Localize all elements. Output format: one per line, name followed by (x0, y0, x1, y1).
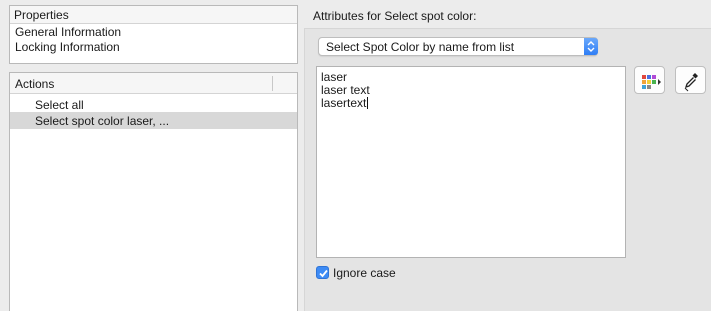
color-palette-menu-button[interactable] (634, 66, 665, 94)
action-item-select-spot-color[interactable]: Select spot color laser, ... (10, 112, 297, 129)
actions-header-label: Actions (15, 77, 55, 91)
column-divider[interactable] (272, 76, 273, 91)
ignore-case-label[interactable]: Ignore case (333, 266, 396, 280)
action-item-select-all[interactable]: Select all (10, 96, 297, 113)
select-arrows-icon[interactable] (584, 38, 598, 55)
checkmark-icon (319, 269, 328, 278)
spot-color-name-line-active: lasertext (321, 97, 625, 110)
ignore-case-checkbox[interactable] (316, 266, 329, 279)
actions-panel: Actions Select all Select spot color las… (9, 72, 298, 311)
action-item-label: Select all (35, 98, 84, 112)
spot-color-mode-value: Select Spot Color by name from list (326, 40, 515, 54)
properties-header: Properties (10, 6, 297, 24)
attributes-title: Attributes for Select spot color: (313, 9, 477, 23)
eyedropper-icon (684, 73, 698, 92)
actions-header: Actions (10, 73, 297, 94)
text-cursor (367, 97, 369, 109)
color-palette-menu-icon (642, 75, 661, 89)
properties-panel: Properties General Information Locking I… (9, 5, 298, 64)
spot-color-name-line: lasertext (321, 96, 367, 110)
eyedropper-button[interactable] (675, 66, 706, 94)
properties-item-locking[interactable]: Locking Information (15, 40, 120, 55)
action-item-label: Select spot color laser, ... (35, 114, 170, 128)
properties-item-general[interactable]: General Information (15, 25, 121, 40)
spot-color-names-textarea[interactable]: laser laser text lasertext (316, 66, 626, 258)
spot-color-name-line: laser text (321, 83, 370, 97)
spot-color-mode-select[interactable]: Select Spot Color by name from list (318, 37, 598, 56)
